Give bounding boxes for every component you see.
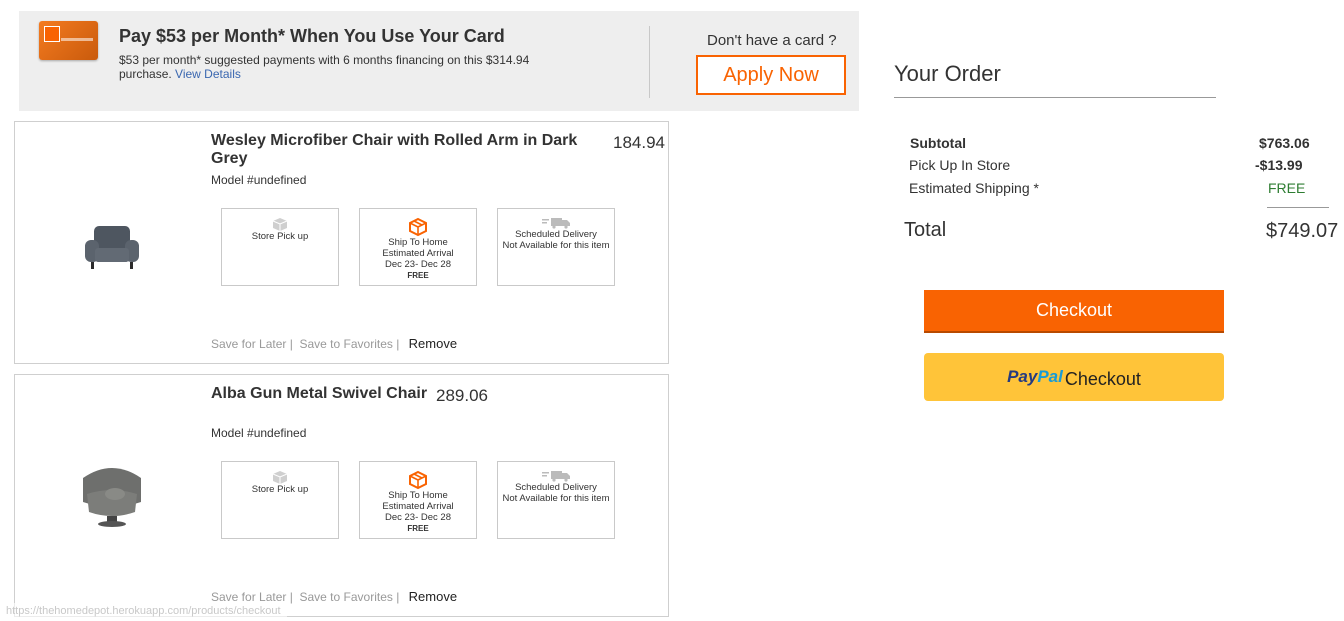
promo-divider: [649, 26, 650, 98]
order-title-divider: [894, 97, 1216, 98]
home-depot-logo-icon: [44, 26, 60, 42]
box-icon: [409, 470, 427, 490]
no-card-text: Don't have a card ?: [707, 32, 837, 49]
ship-to-home-option[interactable]: Ship To Home Estimated Arrival Dec 23- D…: [359, 461, 477, 539]
save-for-later-link[interactable]: Save for Later |: [211, 337, 293, 351]
save-to-favorites-link[interactable]: Save to Favorites |: [300, 590, 400, 604]
subtotal-value: $763.06: [1259, 135, 1310, 151]
remove-link[interactable]: Remove: [409, 336, 457, 351]
subtotal-label: Subtotal: [910, 135, 966, 151]
box-icon: [409, 217, 427, 237]
delivery-truck-icon: [542, 218, 570, 229]
total-value: $749.07: [1266, 220, 1339, 242]
order-summary-title: Your Order: [894, 61, 1001, 86]
product-name[interactable]: Alba Gun Metal Swivel Chair: [211, 385, 441, 403]
checkout-button[interactable]: Checkout: [924, 290, 1224, 333]
scheduled-delivery-option: Scheduled Delivery Not Available for thi…: [497, 461, 615, 539]
store-pickup-option[interactable]: Store Pick up: [221, 461, 339, 539]
view-details-link[interactable]: View Details: [175, 67, 241, 81]
pickup-value: -$13.99: [1255, 157, 1303, 173]
save-for-later-link[interactable]: Save for Later |: [211, 590, 293, 604]
box-icon: [272, 471, 288, 484]
pickup-label: Pick Up In Store: [909, 157, 1011, 173]
store-pickup-option[interactable]: Store Pick up: [221, 208, 339, 286]
product-price: 184.94: [613, 133, 665, 152]
delivery-truck-icon: [542, 471, 570, 482]
apply-now-button[interactable]: Apply Now: [696, 55, 846, 95]
total-label: Total: [904, 219, 947, 241]
product-name[interactable]: Wesley Microfiber Chair with Rolled Arm …: [211, 132, 606, 168]
status-bar-url: https://thehomedepot.herokuapp.com/produ…: [0, 603, 287, 621]
product-model: Model #undefined: [211, 426, 307, 440]
shipping-value: FREE: [1268, 180, 1306, 196]
shipping-label: Estimated Shipping *: [909, 180, 1039, 196]
paypal-logo-icon: Pay: [1007, 367, 1038, 386]
cart-item: Alba Gun Metal Swivel Chair 289.06 Model…: [14, 374, 669, 617]
product-image-rolled-arm-chair[interactable]: [77, 212, 147, 282]
total-divider: [1267, 207, 1329, 208]
credit-card-image: [39, 21, 98, 60]
item-actions: Save for Later | Save to Favorites | Rem…: [211, 589, 457, 604]
credit-card-promo-banner: Pay $53 per Month* When You Use Your Car…: [19, 11, 859, 111]
product-model: Model #undefined: [211, 173, 307, 187]
cart-item: Wesley Microfiber Chair with Rolled Arm …: [14, 121, 669, 364]
promo-description: $53 per month* suggested payments with 6…: [119, 53, 530, 81]
product-price: 289.06: [436, 386, 488, 405]
paypal-checkout-button[interactable]: Pay Pal Checkout: [924, 353, 1224, 401]
remove-link[interactable]: Remove: [409, 589, 457, 604]
product-image-swivel-chair[interactable]: [77, 460, 147, 530]
scheduled-delivery-option: Scheduled Delivery Not Available for thi…: [497, 208, 615, 286]
ship-to-home-option[interactable]: Ship To Home Estimated Arrival Dec 23- D…: [359, 208, 477, 286]
promo-title: Pay $53 per Month* When You Use Your Car…: [119, 26, 505, 46]
save-to-favorites-link[interactable]: Save to Favorites |: [300, 337, 400, 351]
box-icon: [272, 218, 288, 231]
item-actions: Save for Later | Save to Favorites | Rem…: [211, 336, 457, 351]
